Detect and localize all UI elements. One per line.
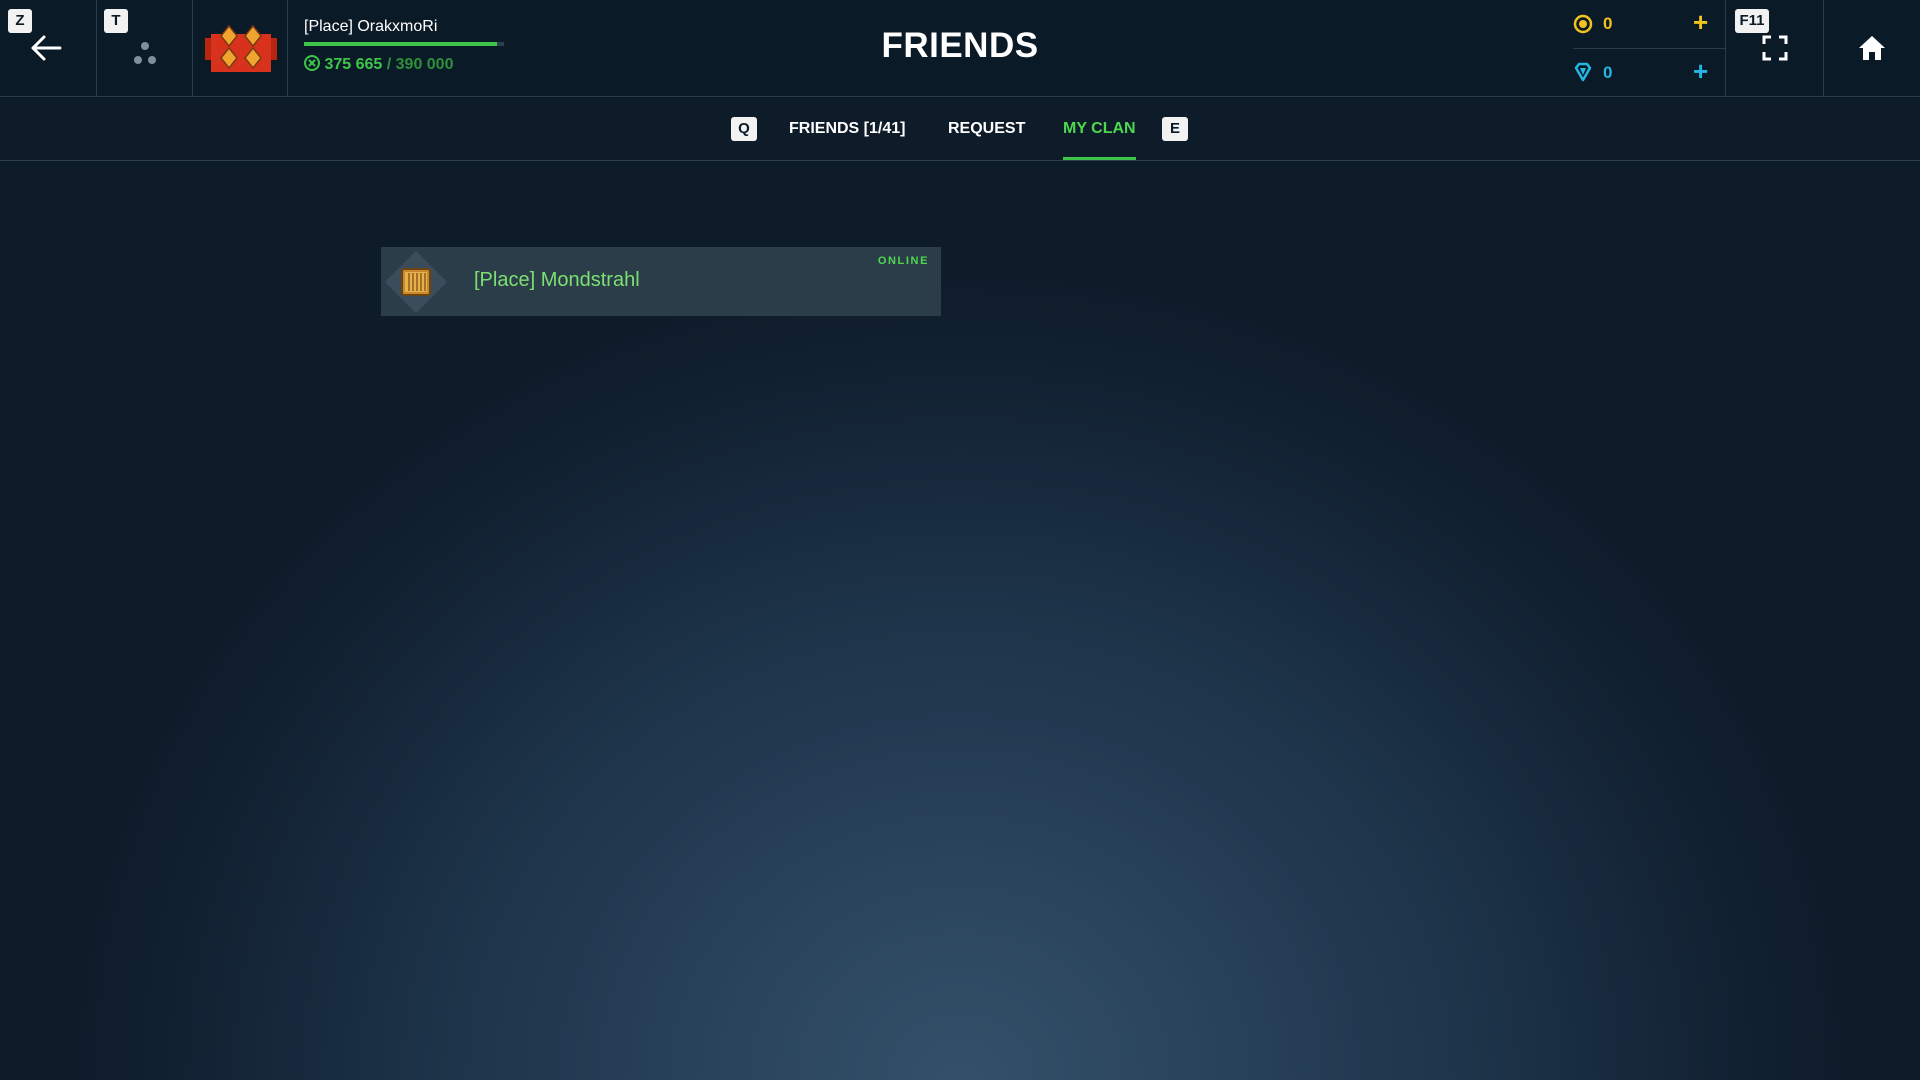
tab-my-clan-label: MY CLAN: [1063, 120, 1136, 137]
social-group-icon: [134, 42, 156, 64]
prev-tab-hotkey[interactable]: Q: [731, 117, 757, 141]
player-badge[interactable]: [193, 0, 287, 96]
clan-member-name: [Place] Mondstrahl: [474, 269, 640, 291]
tab-friends[interactable]: FRIENDS [1/41]: [789, 97, 905, 160]
back-button[interactable]: Z: [0, 0, 96, 96]
add-gems-button[interactable]: +: [1693, 58, 1708, 84]
social-hotkey: T: [104, 9, 128, 33]
gem-icon: [1574, 62, 1592, 82]
player-name: [Place] OrakxmoRi: [304, 18, 438, 35]
xp-current: 375 665: [324, 56, 383, 73]
page-title: FRIENDS: [881, 26, 1039, 65]
gold-currency: 0 +: [1573, 0, 1725, 48]
home-button[interactable]: [1824, 0, 1920, 96]
xp-separator: /: [382, 56, 396, 73]
arrow-left-icon: [31, 35, 62, 61]
red-clan-emblem-icon: [205, 24, 277, 72]
gem-value: 0: [1603, 63, 1613, 82]
xp-readout: 375 665 / 390 000: [304, 55, 453, 74]
gold-value: 0: [1603, 14, 1613, 33]
xp-progress-bar: [304, 42, 504, 46]
back-hotkey: Z: [8, 9, 32, 33]
fullscreen-button[interactable]: F11: [1726, 0, 1823, 96]
status-badge: ONLINE: [877, 255, 929, 267]
top-bar: Z T [Place] OrakxmoRi 375 665 / 390 000 …: [0, 0, 1920, 97]
active-tab-indicator: [1063, 157, 1136, 160]
fullscreen-icon: [1762, 35, 1788, 61]
gem-currency: 0 +: [1573, 49, 1725, 97]
next-tab-hotkey[interactable]: E: [1162, 117, 1188, 141]
coin-icon: [1573, 14, 1593, 34]
clan-member-card[interactable]: [Place] Mondstrahl ONLINE: [381, 247, 941, 316]
add-gold-button[interactable]: +: [1693, 9, 1708, 35]
xp-icon: [304, 55, 320, 71]
tab-my-clan[interactable]: MY CLAN: [1063, 97, 1136, 160]
xp-progress-fill: [304, 42, 497, 46]
tab-bar: Q FRIENDS [1/41] REQUEST MY CLAN E: [0, 97, 1920, 161]
xp-max: 390 000: [395, 56, 454, 73]
divider: [287, 0, 288, 96]
fullscreen-hotkey: F11: [1735, 9, 1769, 33]
social-button[interactable]: T: [97, 0, 192, 96]
home-icon: [1859, 36, 1885, 60]
bronze-rank-icon: [385, 251, 447, 313]
tab-request[interactable]: REQUEST: [948, 97, 1025, 160]
